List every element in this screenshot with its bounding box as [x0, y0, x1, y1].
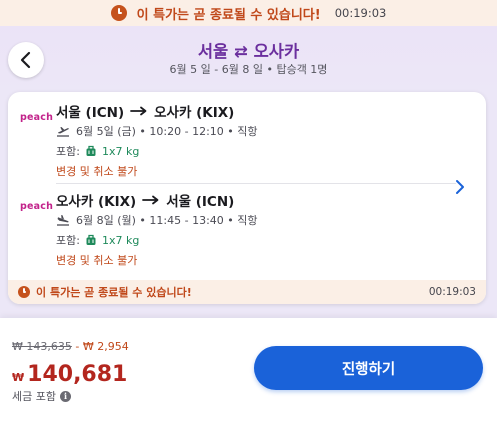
proceed-button[interactable]: 진행하기 [254, 346, 483, 390]
arrow-right-icon [130, 106, 147, 116]
luggage-icon [86, 145, 96, 156]
leg-route: 오사카 (KIX) 서울 (ICN) [56, 190, 234, 210]
leg-origin: 오사카 (KIX) [56, 194, 137, 210]
checkout-bar: ₩ 143,635 - ₩ 2,954 ₩ 140,681 세금 포함 i 진행… [0, 318, 497, 428]
leg-schedule-text: 6월 5일 (금) • 10:20 - 12:10 • 직항 [76, 125, 258, 138]
plane-landing-icon [57, 215, 69, 226]
luggage-icon [86, 234, 96, 245]
baggage-value: 1x7 kg [101, 144, 140, 158]
itinerary-card[interactable]: peach 서울 (ICN) 오사카 (KIX) 6월 5일 (금) • 10:… [8, 92, 486, 304]
clock-icon [110, 5, 127, 21]
leg-baggage: 포함: 1x7 kg [56, 143, 139, 159]
arrow-right-icon [142, 195, 159, 205]
baggage-label: 포함: [56, 145, 80, 158]
leg-route: 서울 (ICN) 오사카 (KIX) [56, 101, 234, 121]
deal-countdown: 00:19:03 [334, 6, 387, 20]
swap-icon: ⇄ [234, 42, 248, 61]
leg-baggage: 포함: 1x7 kg [56, 232, 139, 248]
deal-expiry-banner: 이 특가는 곧 종료될 수 있습니다! 00:19:03 [0, 0, 497, 26]
final-price: ₩ 140,681 [12, 362, 127, 387]
airline-logo: peach [20, 112, 54, 123]
card-deal-text: 이 특가는 곧 종료될 수 있습니다! [36, 286, 192, 299]
original-price: ₩ 143,635 [12, 340, 72, 353]
leg-origin: 서울 (ICN) [56, 105, 125, 121]
deal-expiry-text: 이 특가는 곧 종료될 수 있습니다! [136, 7, 321, 23]
original-price-line: ₩ 143,635 - ₩ 2,954 [12, 340, 129, 353]
route-destination: 오사카 [253, 42, 300, 61]
discount-amount: - ₩ 2,954 [75, 340, 129, 353]
page-header: 서울 ⇄ 오사카 6월 5 일 - 6월 8 일 • 탑승객 1명 [0, 26, 497, 90]
leg-destination: 서울 (ICN) [166, 194, 235, 210]
leg-schedule: 6월 8일 (월) • 11:45 - 13:40 • 직항 [56, 212, 258, 228]
clock-icon [18, 286, 30, 298]
page-title: 서울 ⇄ 오사카 [0, 38, 497, 62]
currency-symbol: ₩ [12, 371, 25, 384]
baggage-label: 포함: [56, 234, 80, 247]
tax-note-text: 세금 포함 [12, 390, 56, 403]
route-origin: 서울 [197, 42, 229, 61]
leg-destination: 오사카 (KIX) [154, 105, 235, 121]
airline-logo: peach [20, 201, 54, 212]
change-policy: 변경 및 취소 불가 [56, 165, 138, 178]
chevron-right-icon[interactable] [453, 178, 467, 196]
trip-summary: 6월 5 일 - 6월 8 일 • 탑승객 1명 [169, 63, 328, 76]
leg-schedule-text: 6월 8일 (월) • 11:45 - 13:40 • 직항 [76, 214, 258, 227]
card-deal-banner: 이 특가는 곧 종료될 수 있습니다! 00:19:03 [8, 280, 486, 304]
tax-note: 세금 포함 i [12, 388, 71, 404]
final-price-value: 140,681 [27, 362, 128, 387]
leg-schedule: 6월 5일 (금) • 10:20 - 12:10 • 직항 [56, 123, 258, 139]
leg-divider [56, 183, 456, 184]
info-icon[interactable]: i [59, 390, 71, 402]
card-deal-countdown: 00:19:03 [428, 286, 476, 298]
change-policy: 변경 및 취소 불가 [56, 254, 138, 267]
baggage-value: 1x7 kg [101, 233, 140, 247]
plane-takeoff-icon [57, 127, 69, 137]
